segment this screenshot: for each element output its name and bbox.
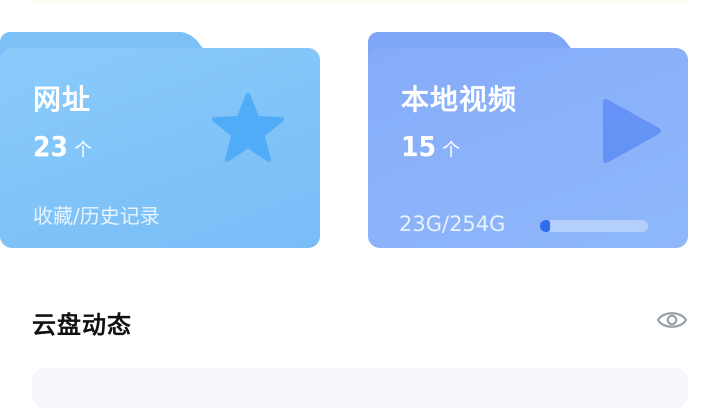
folder-body: 网址 23 个 收藏/历史记录: [0, 48, 320, 248]
video-card-title: 本地视频: [401, 83, 518, 116]
url-card-description: 收藏/历史记录: [33, 204, 160, 228]
video-card-count: 15 个: [401, 130, 460, 163]
storage-usage-text: 23G/254G: [399, 212, 506, 236]
url-count-number: 23: [33, 130, 69, 163]
url-count-unit: 个: [74, 140, 93, 161]
url-folder-card[interactable]: 网址 23 个 收藏/历史记录: [0, 32, 320, 248]
video-count-unit: 个: [442, 140, 461, 161]
storage-progress-bar: [540, 220, 648, 232]
video-count-number: 15: [401, 130, 437, 163]
play-icon: [603, 99, 661, 163]
star-icon: [212, 92, 284, 162]
cloud-activity-title: 云盘动态: [32, 311, 132, 339]
eye-icon[interactable]: [656, 307, 688, 333]
url-card-title: 网址: [33, 83, 92, 116]
folder-body: 本地视频 15 个 23G/254G: [368, 48, 688, 248]
top-banner-card[interactable]: [32, 0, 688, 4]
url-card-count: 23 个: [33, 130, 92, 163]
storage-progress-fill: [540, 220, 550, 232]
local-video-folder-card[interactable]: 本地视频 15 个 23G/254G: [368, 32, 688, 248]
cloud-activity-card[interactable]: [32, 368, 688, 408]
